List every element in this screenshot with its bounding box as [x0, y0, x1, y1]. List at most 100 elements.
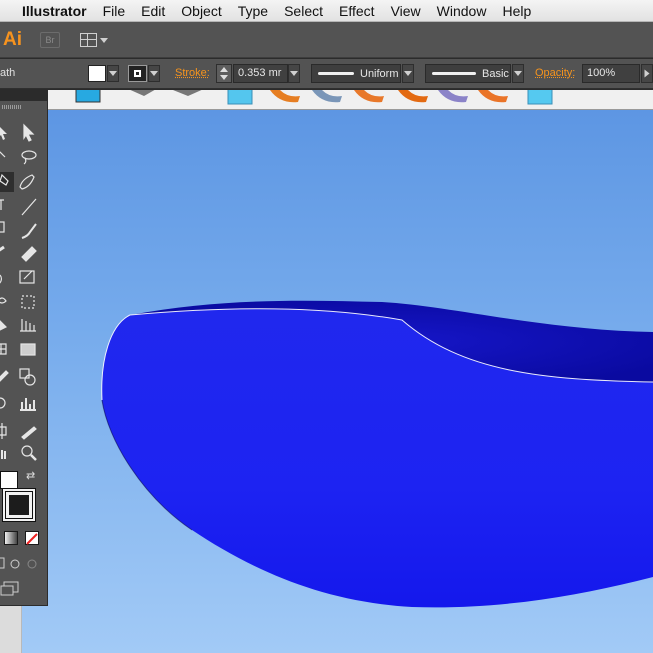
style-thumbnail-shoe-5: [438, 90, 468, 103]
style-thumbnail-shoe-6: [478, 90, 508, 103]
chevron-down-icon: [514, 71, 522, 76]
tools-icons: [0, 123, 37, 461]
paintbrush-icon: [21, 223, 37, 239]
scale-icon: [19, 270, 35, 284]
brush-dropdown[interactable]: [512, 64, 524, 83]
arrange-documents-icon: [80, 33, 97, 47]
stroke-color-box[interactable]: [2, 488, 36, 522]
brush-preview-icon: [432, 72, 476, 75]
gradient-mode-icon[interactable]: [4, 531, 18, 545]
rectangle-icon: [0, 221, 5, 233]
lasso-icon: [21, 150, 37, 160]
graph-icon: [20, 398, 36, 411]
profile-label: Uniform: [360, 67, 399, 80]
fill-color-box[interactable]: [0, 471, 18, 489]
perspective-grid-icon: [20, 319, 36, 332]
line-icon: [21, 198, 37, 216]
style-thumbnail-shoe-3: [354, 90, 384, 103]
blend-icon: [19, 368, 30, 379]
selection-icon: [23, 123, 35, 142]
zoom-icon: [21, 445, 33, 457]
stroke-color-icon: [134, 70, 141, 77]
eraser-icon: [21, 246, 37, 262]
bridge-button[interactable]: Br: [40, 32, 60, 48]
swap-fill-stroke-icon[interactable]: ⇄: [26, 469, 35, 482]
menu-file[interactable]: File: [95, 3, 134, 19]
application-bar: Ai Br: [0, 22, 653, 58]
stroke-weight-input[interactable]: 0.353 mr: [233, 64, 288, 83]
control-bar: ath Stroke: 0.353 mr Uniform Basic Opaci…: [0, 59, 653, 89]
opacity-label[interactable]: Opacity:: [535, 67, 575, 79]
stroke-swatch[interactable]: [128, 65, 147, 82]
artboard-canvas[interactable]: [22, 110, 653, 653]
magic-wand-icon: [0, 151, 6, 158]
menu-app-name[interactable]: Illustrator: [0, 3, 95, 19]
style-thumbnail-cyan: [75, 90, 101, 103]
menu-object[interactable]: Object: [173, 3, 229, 19]
eyedropper-icon: [0, 370, 9, 382]
curvature-pen-icon: [19, 174, 35, 190]
style-thumbnail-shoe-4: [398, 90, 428, 103]
chevron-right-icon: [644, 69, 650, 78]
mesh-icon: [0, 343, 7, 355]
chevron-down-icon: [109, 71, 117, 76]
opacity-dropdown[interactable]: [641, 64, 653, 83]
gradient-icon: [20, 343, 36, 356]
artwork: [101, 300, 653, 608]
menu-edit[interactable]: Edit: [133, 3, 173, 19]
rotate-icon: [0, 274, 2, 284]
style-thumbnail-light-blue: [527, 90, 553, 105]
direct-selection-icon: [0, 127, 7, 140]
illustrator-logo: Ai: [3, 29, 22, 50]
style-thumbnail-shoe-2: [312, 90, 342, 103]
style-thumbnail-shoe-1: [270, 90, 300, 103]
style-thumbnail-arrow-right: [173, 90, 202, 96]
menu-view[interactable]: View: [383, 3, 429, 19]
menu-select[interactable]: Select: [276, 3, 331, 19]
style-thumbnail-blue: [227, 90, 253, 105]
illustrator-window: Illustrator File Edit Object Type Select…: [0, 0, 653, 653]
draw-inside-icon: [27, 559, 37, 569]
selection-type-label: ath: [0, 67, 16, 79]
symbol-sprayer-icon: [0, 397, 6, 409]
artboard-icon: [0, 423, 7, 439]
shape-builder-icon: [0, 320, 8, 331]
blob-brush-icon: [0, 245, 5, 252]
width-icon: [0, 297, 7, 304]
menu-help[interactable]: Help: [494, 3, 539, 19]
chevron-down-icon: [404, 71, 412, 76]
fill-dropdown[interactable]: [107, 65, 119, 82]
stroke-weight-dropdown[interactable]: [288, 64, 300, 83]
chevron-down-icon: [100, 37, 108, 43]
tools-panel: ⇄: [0, 100, 48, 606]
style-thumbnail-arrow-left: [130, 90, 155, 96]
chevron-down-icon: [150, 71, 158, 76]
none-mode-icon[interactable]: [25, 531, 39, 545]
none-slash-icon: [26, 533, 38, 545]
menu-effect[interactable]: Effect: [331, 3, 383, 19]
menu-type[interactable]: Type: [230, 3, 276, 19]
menu-window[interactable]: Window: [429, 3, 495, 19]
type-icon: [0, 199, 4, 210]
graphic-styles-strip: [48, 90, 653, 110]
style-thumbnails[interactable]: [48, 90, 653, 110]
draw-normal-icon: [0, 557, 5, 569]
draw-behind-icon: [10, 559, 20, 569]
opacity-input[interactable]: 100%: [582, 64, 640, 83]
brush-definition[interactable]: Basic: [425, 64, 511, 83]
chevron-down-icon: [290, 71, 298, 76]
stroke-color-dropdown[interactable]: [148, 65, 160, 82]
draw-mode-icons[interactable]: [0, 556, 48, 616]
brush-label: Basic: [482, 67, 509, 80]
stroke-profile-preview-icon: [318, 72, 354, 75]
stroke-label[interactable]: Stroke:: [175, 67, 210, 79]
profile-dropdown[interactable]: [402, 64, 414, 83]
hand-icon: [0, 450, 6, 459]
slice-icon: [21, 426, 37, 440]
stroke-inner-icon: [5, 491, 33, 519]
variable-width-profile[interactable]: Uniform: [311, 64, 401, 83]
fill-swatch[interactable]: [88, 65, 106, 82]
stroke-weight-stepper[interactable]: [216, 64, 232, 83]
menu-bar: Illustrator File Edit Object Type Select…: [0, 0, 653, 22]
arrange-documents-button[interactable]: [80, 31, 112, 49]
